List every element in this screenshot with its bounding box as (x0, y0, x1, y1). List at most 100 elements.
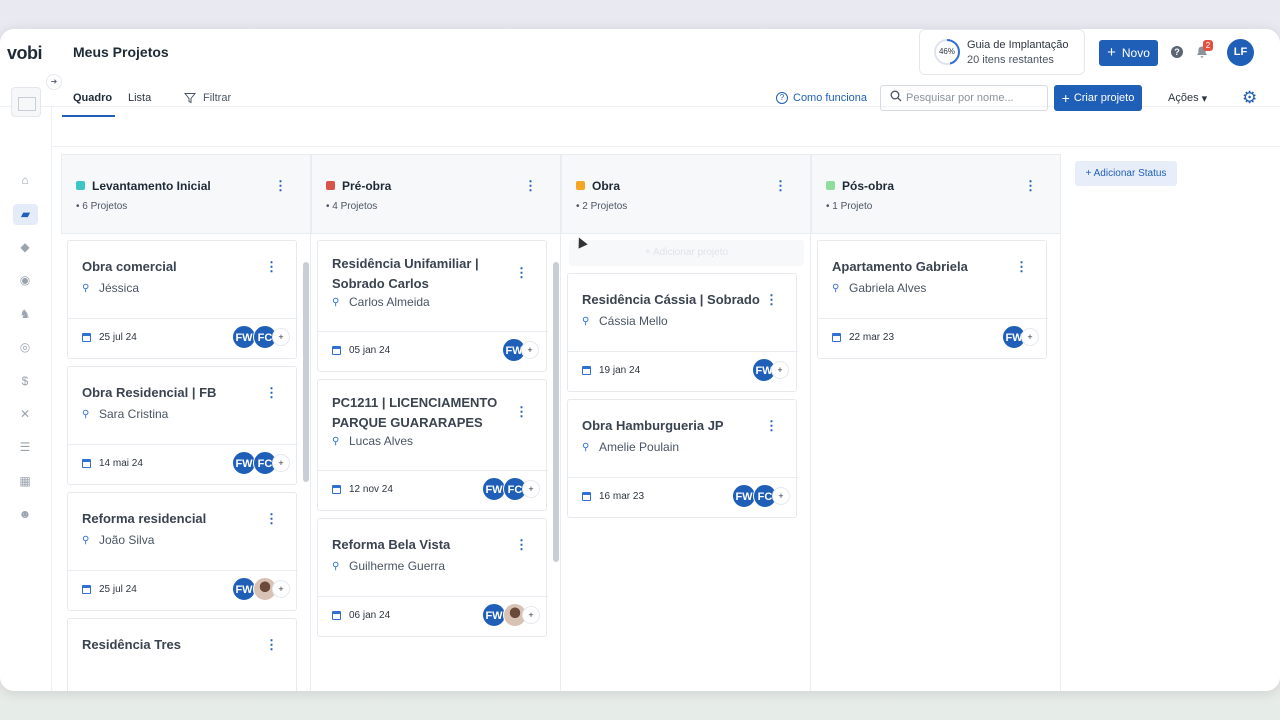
active-tab-indicator (62, 115, 115, 117)
card-menu-icon[interactable]: ⋮ (515, 265, 528, 281)
list-icon[interactable]: ☰ (16, 438, 34, 456)
column-body: Residência Unifamiliar | Sobrado Carlos ⋮… (311, 234, 561, 691)
column-menu-icon[interactable]: ⋮ (274, 178, 287, 194)
column-header: Pós-obra • 1 Projeto ⋮ (811, 154, 1061, 234)
project-card[interactable]: Reforma Bela Vista ⋮ ⚲ Guilherme Guerra 06 j… (317, 518, 548, 637)
search-input[interactable] (906, 92, 1036, 104)
sidebar-toggle-icon[interactable]: ➜ (46, 74, 62, 90)
dollar-icon[interactable]: $ (16, 372, 34, 390)
project-card[interactable]: Obra comercial ⋮ ⚲ Jéssica 25 jul 24 FW FC + (67, 240, 298, 359)
project-title[interactable]: Obra comercial (82, 257, 262, 277)
owner-name: Carlos Almeida (349, 295, 430, 309)
filter-button[interactable]: Filtrar (183, 92, 231, 107)
calendar-icon (82, 459, 91, 468)
create-project-button[interactable]: + Criar projeto (1054, 85, 1142, 111)
column-menu-icon[interactable]: ⋮ (774, 178, 787, 194)
column-menu-icon[interactable]: ⋮ (1024, 178, 1037, 194)
card-divider (818, 318, 1048, 319)
card-menu-icon[interactable]: ⋮ (515, 537, 528, 553)
add-project-button[interactable]: + Adicionar projeto (569, 240, 804, 266)
owner-name: Gabriela Alves (849, 281, 927, 295)
company-thumbnail[interactable] (11, 87, 41, 117)
new-button[interactable]: + Novo (1099, 40, 1158, 66)
project-title[interactable]: Reforma Bela Vista (332, 535, 512, 555)
owner-name: João Silva (99, 533, 155, 547)
card-menu-icon[interactable]: ⋮ (765, 418, 778, 434)
handshake-icon[interactable]: ◆ (16, 238, 34, 256)
add-member-button[interactable]: + (1021, 328, 1039, 346)
calendar-icon (82, 333, 91, 342)
project-title[interactable]: Obra Hamburgueria JP (582, 416, 762, 436)
add-member-button[interactable]: + (522, 480, 540, 498)
project-owner: ⚲ Gabriela Alves (832, 281, 926, 295)
add-member-button[interactable]: + (521, 341, 539, 359)
card-divider (318, 331, 548, 332)
column-scrollbar[interactable] (553, 262, 559, 562)
project-title[interactable]: Residência Tres (82, 635, 262, 655)
new-button-label: Novo (1121, 46, 1150, 60)
project-card[interactable]: PC1211 | LICENCIAMENTO PARQUE GUARARAPES… (317, 379, 548, 511)
add-member-button[interactable]: + (272, 580, 290, 598)
date-text: 22 mar 23 (849, 332, 895, 343)
add-member-button[interactable]: + (522, 606, 540, 624)
project-title[interactable]: Apartamento Gabriela (832, 257, 1012, 277)
project-card[interactable]: Residência Unifamiliar | Sobrado Carlos ⋮… (317, 240, 548, 372)
add-member-button[interactable]: + (772, 487, 790, 505)
project-title[interactable]: Obra Residencial | FB (82, 383, 262, 403)
project-title[interactable]: Residência Cássia | Sobrado (582, 290, 762, 310)
actions-dropdown[interactable]: Ações ▾ (1168, 92, 1207, 105)
search-box[interactable] (880, 85, 1048, 111)
card-menu-icon[interactable]: ⋮ (1015, 259, 1028, 275)
project-card[interactable]: Residência Cássia | Sobrado ⋮ ⚲ Cássia Mell… (567, 273, 798, 392)
home-icon[interactable]: ⌂ (16, 171, 34, 189)
sidebar (0, 107, 52, 691)
column-title: Pré-obra (342, 179, 392, 193)
implementation-guide[interactable]: 46% Guia de Implantação 20 itens restant… (919, 29, 1085, 75)
card-divider (68, 444, 298, 445)
apps-icon[interactable]: ▦ (16, 472, 34, 490)
add-member-button[interactable]: + (771, 361, 789, 379)
worker-icon[interactable]: ♞ (16, 305, 34, 323)
project-card[interactable]: Obra Residencial | FB ⋮ ⚲ Sara Cristina 14 m… (67, 366, 298, 485)
project-card[interactable]: Obra Hamburgueria JP ⋮ ⚲ Amelie Poulain 16 m… (567, 399, 798, 518)
card-menu-icon[interactable]: ⋮ (265, 511, 278, 527)
tab-lista[interactable]: Lista (128, 92, 151, 104)
app-logo[interactable]: vobi (7, 43, 43, 64)
column-menu-icon[interactable]: ⋮ (524, 178, 537, 194)
project-date: 22 mar 23 (832, 332, 894, 343)
project-owner: ⚲ Cássia Mello (582, 314, 668, 328)
project-date: 05 jan 24 (332, 345, 390, 356)
project-card[interactable]: Residência Tres ⋮ (67, 618, 297, 691)
card-menu-icon[interactable]: ⋮ (265, 259, 278, 275)
tools-icon[interactable]: ✕ (16, 405, 34, 423)
project-title[interactable]: PC1211 | LICENCIAMENTO PARQUE GUARARAPES (332, 393, 512, 433)
how-it-works-link[interactable]: ? Como funciona (776, 92, 867, 104)
tab-quadro[interactable]: Quadro (73, 92, 112, 104)
card-divider (318, 596, 548, 597)
add-status-button[interactable]: + Adicionar Status (1075, 161, 1177, 186)
gear-icon[interactable]: ⚙ (1242, 89, 1257, 106)
toolbar-divider (52, 146, 1280, 147)
card-menu-icon[interactable]: ⋮ (265, 637, 278, 653)
project-title[interactable]: Reforma residencial (82, 509, 262, 529)
compass-icon[interactable]: ◉ (16, 271, 34, 289)
how-it-works-label: Como funciona (793, 92, 867, 104)
status-color-swatch (826, 181, 835, 190)
help-icon[interactable]: ? (1171, 46, 1183, 58)
coins-icon[interactable]: ◎ (16, 338, 34, 356)
user-avatar[interactable]: LF (1227, 39, 1254, 66)
question-icon: ? (776, 92, 788, 104)
users-icon[interactable]: ☻ (16, 505, 34, 523)
card-menu-icon[interactable]: ⋮ (265, 385, 278, 401)
column-scrollbar[interactable] (303, 262, 309, 482)
card-menu-icon[interactable]: ⋮ (515, 404, 528, 420)
add-member-button[interactable]: + (272, 454, 290, 472)
card-menu-icon[interactable]: ⋮ (765, 292, 778, 308)
project-title[interactable]: Residência Unifamiliar | Sobrado Carlos (332, 254, 512, 294)
folder-icon[interactable]: ▰ (13, 204, 38, 225)
project-card[interactable]: Reforma residencial ⋮ ⚲ João Silva 25 jul 24… (67, 492, 298, 611)
calendar-icon (82, 585, 91, 594)
project-card[interactable]: Apartamento Gabriela ⋮ ⚲ Gabriela Alves 22 m… (817, 240, 1048, 359)
column-title: Pós-obra (842, 179, 895, 193)
add-member-button[interactable]: + (272, 328, 290, 346)
